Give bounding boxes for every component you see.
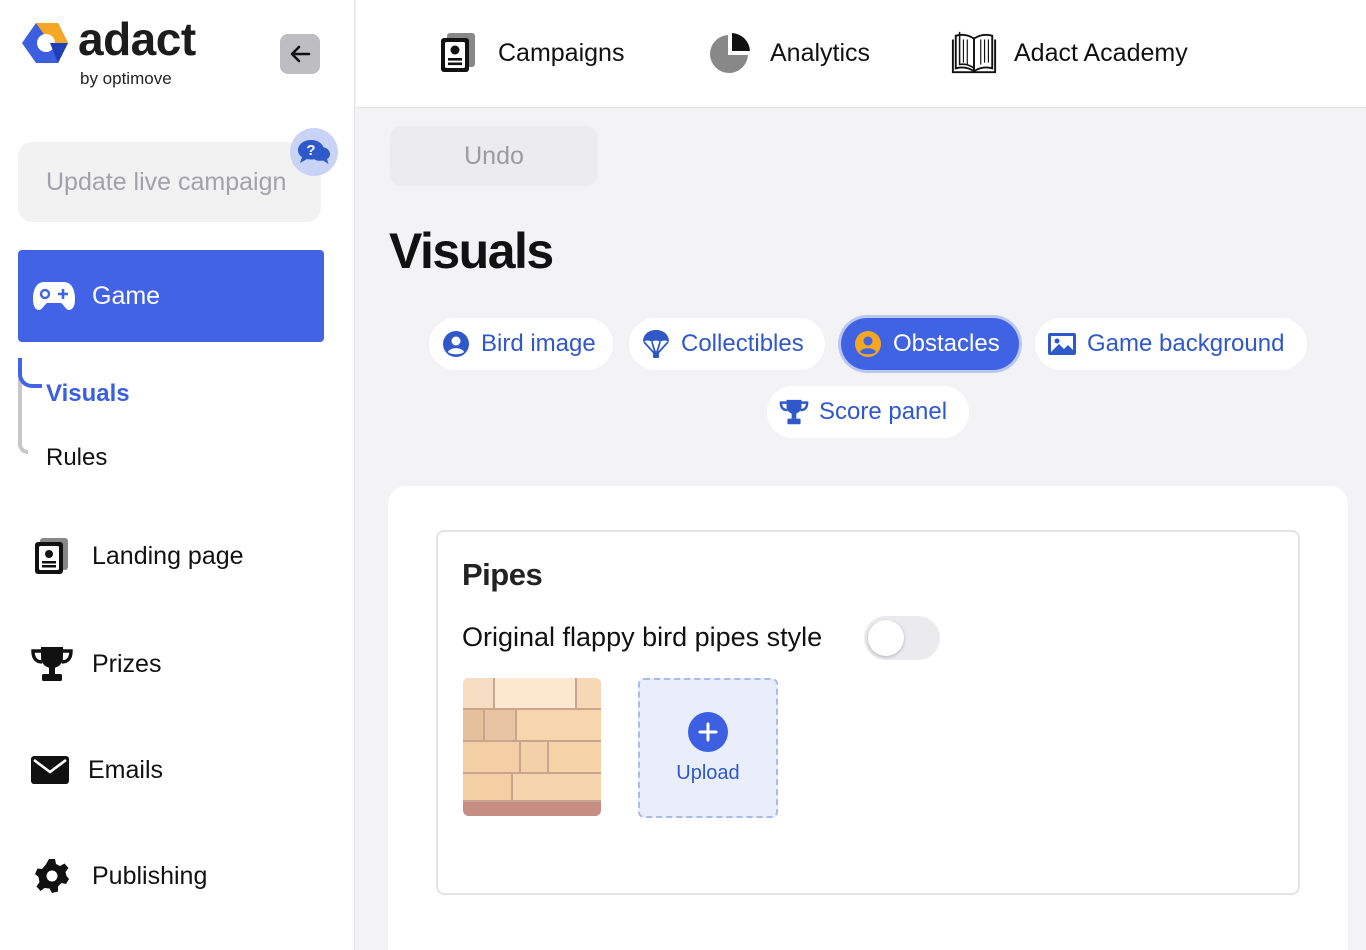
image-icon: [1047, 329, 1077, 359]
brand-subtitle: by optimove: [80, 69, 172, 88]
parachute-icon: [641, 329, 671, 359]
topnav-adact-academy-label: Adact Academy: [1014, 38, 1188, 67]
tab-collectibles[interactable]: Collectibles: [629, 318, 825, 370]
trophy-icon: [779, 397, 809, 427]
tab-score-panel-label: Score panel: [819, 398, 948, 425]
sidebar-item-landing-page[interactable]: Landing page: [30, 530, 244, 582]
sidebar: adact by optimove Update live campaign ?…: [0, 0, 355, 950]
subnav-item-rules[interactable]: Rules: [46, 444, 107, 472]
tab-score-panel[interactable]: Score panel: [767, 386, 969, 438]
gamepad-icon: [33, 282, 75, 310]
original-pipes-style-label: Original flappy bird pipes style: [462, 622, 823, 652]
adact-logo-mark: [22, 23, 68, 63]
help-chat-icon: ?: [298, 140, 330, 164]
topnav-adact-academy[interactable]: Adact Academy: [950, 26, 1188, 80]
collapse-sidebar-button[interactable]: [280, 34, 320, 74]
sidebar-item-game[interactable]: Game: [18, 250, 324, 342]
sidebar-item-publishing[interactable]: Publishing: [30, 850, 207, 902]
campaigns-icon: [434, 28, 482, 78]
subnav-active-indicator: [18, 358, 42, 388]
user-circle-icon: [441, 329, 471, 359]
original-pipes-style-toggle[interactable]: [864, 616, 940, 660]
topnav-analytics-label: Analytics: [770, 38, 871, 67]
page-title: Visuals: [389, 223, 554, 279]
pipe-image-thumbnail[interactable]: [463, 678, 601, 816]
undo-button[interactable]: Undo: [390, 126, 598, 186]
subnav-item-visuals[interactable]: Visuals: [46, 380, 130, 408]
user-circle-icon: [853, 329, 883, 359]
sidebar-item-landing-page-label: Landing page: [92, 541, 244, 570]
adact-logo[interactable]: adact by optimove: [18, 13, 228, 90]
toggle-knob: [868, 620, 904, 656]
book-icon: [950, 28, 998, 78]
plus-icon: [688, 712, 728, 752]
topnav-analytics[interactable]: Analytics: [706, 26, 870, 80]
sidebar-item-emails-label: Emails: [88, 755, 164, 784]
sidebar-item-emails[interactable]: Emails: [30, 744, 163, 796]
envelope-icon: [30, 748, 70, 792]
topnav-campaigns-label: Campaigns: [498, 38, 625, 67]
tab-game-background[interactable]: Game background: [1035, 318, 1307, 370]
brand-name: adact: [78, 13, 196, 65]
landing-page-icon: [30, 534, 74, 578]
top-navigation: Campaigns Analytics Adact Academy: [356, 0, 1366, 108]
gear-icon: [30, 854, 74, 898]
tab-game-background-label: Game background: [1087, 330, 1285, 357]
sidebar-item-prizes[interactable]: Prizes: [30, 638, 161, 690]
sidebar-item-prizes-label: Prizes: [92, 649, 162, 678]
pie-chart-icon: [706, 28, 754, 78]
pipes-section-title: Pipes: [462, 557, 543, 592]
tab-obstacles[interactable]: Obstacles: [841, 318, 1019, 370]
help-chat-button[interactable]: ?: [290, 128, 338, 176]
tab-bird-image-label: Bird image: [481, 330, 596, 357]
upload-label: Upload: [676, 762, 740, 784]
arrow-left-icon: [290, 45, 311, 63]
sidebar-item-game-label: Game: [92, 281, 161, 310]
update-live-campaign-button[interactable]: Update live campaign: [18, 142, 321, 222]
tab-obstacles-label: Obstacles: [893, 330, 1000, 357]
tab-collectibles-label: Collectibles: [681, 330, 804, 357]
upload-image-button[interactable]: Upload: [638, 678, 778, 818]
brick-wall-image: [463, 678, 601, 816]
sidebar-item-publishing-label: Publishing: [92, 861, 208, 890]
tab-bird-image[interactable]: Bird image: [429, 318, 613, 370]
topnav-campaigns[interactable]: Campaigns: [434, 26, 624, 80]
trophy-icon: [30, 642, 74, 686]
